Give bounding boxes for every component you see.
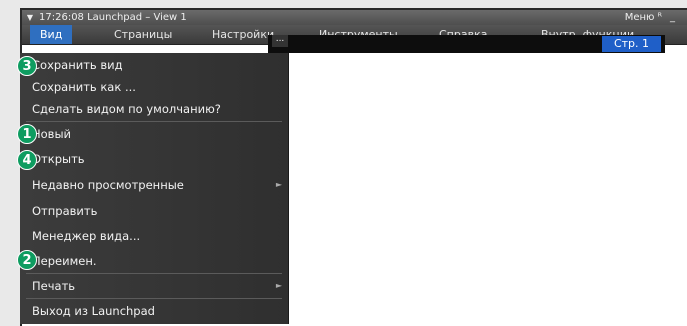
page-1-tab[interactable]: Стр. 1 bbox=[601, 36, 661, 52]
submenu-arrow-icon: ► bbox=[275, 180, 282, 189]
page-toolbar: ... Стр. 1 bbox=[268, 35, 665, 53]
menu-item-label: Отправить bbox=[32, 204, 98, 218]
menu-item-save-as[interactable]: Сохранить как ... bbox=[20, 76, 288, 98]
minimize-button[interactable]: _ bbox=[670, 12, 675, 23]
menu-item-label: Выход из Launchpad bbox=[32, 304, 155, 318]
menu-separator bbox=[26, 298, 282, 299]
menu-item-label: Сохранить как ... bbox=[32, 80, 136, 94]
menu-item-send[interactable]: Отправить bbox=[20, 200, 288, 222]
menu-item-new[interactable]: Новый bbox=[20, 123, 288, 145]
menu-item-label: Сделать видом по умолчанию? bbox=[32, 102, 221, 116]
menu-item-label: Переимен. bbox=[32, 254, 97, 268]
menu-item-label: Менеджер вида... bbox=[32, 229, 141, 243]
menu-item-save-view[interactable]: Сохранить вид bbox=[20, 54, 288, 76]
menu-item-exit[interactable]: Выход из Launchpad bbox=[20, 300, 288, 322]
more-button[interactable]: ... bbox=[272, 35, 288, 47]
title-bar: ▼ 17:26:08 Launchpad – View 1 Меню ᴿ _ bbox=[22, 10, 687, 25]
menu-item-label: Печать bbox=[32, 279, 76, 293]
menu-separator bbox=[26, 273, 282, 274]
menu-item-open[interactable]: Открыть bbox=[20, 148, 288, 170]
callout-badge-2: 2 bbox=[17, 250, 37, 270]
menu-item-label: Открыть bbox=[32, 152, 85, 166]
submenu-arrow-icon: ► bbox=[275, 281, 282, 290]
menu-view[interactable]: Вид bbox=[30, 25, 73, 44]
menu-pages[interactable]: Страницы bbox=[114, 25, 172, 44]
menu-item-view-manager[interactable]: Менеджер вида... bbox=[20, 225, 288, 247]
callout-badge-4: 4 bbox=[17, 150, 37, 170]
menu-item-recent[interactable]: Недавно просмотренные ► bbox=[20, 174, 288, 196]
view-menu-dropdown: Сохранить вид Сохранить как ... Сделать … bbox=[20, 53, 289, 324]
callout-badge-3: 3 bbox=[17, 56, 37, 76]
window-title: 17:26:08 Launchpad – View 1 bbox=[39, 12, 187, 23]
menu-item-rename[interactable]: Переимен. bbox=[20, 250, 288, 272]
menu-separator bbox=[26, 121, 282, 122]
menu-settings[interactable]: Настройки bbox=[212, 25, 274, 44]
menu-item-label: Сохранить вид bbox=[32, 58, 123, 72]
menu-item-label: Недавно просмотренные bbox=[32, 178, 184, 192]
system-menu-icon[interactable]: ▼ bbox=[24, 13, 36, 22]
title-menu-label[interactable]: Меню ᴿ bbox=[625, 12, 662, 23]
menu-item-set-default[interactable]: Сделать видом по умолчанию? bbox=[20, 98, 288, 120]
menu-item-print[interactable]: Печать ► bbox=[20, 275, 288, 297]
menu-item-label: Новый bbox=[32, 127, 72, 141]
callout-badge-1: 1 bbox=[17, 124, 37, 144]
